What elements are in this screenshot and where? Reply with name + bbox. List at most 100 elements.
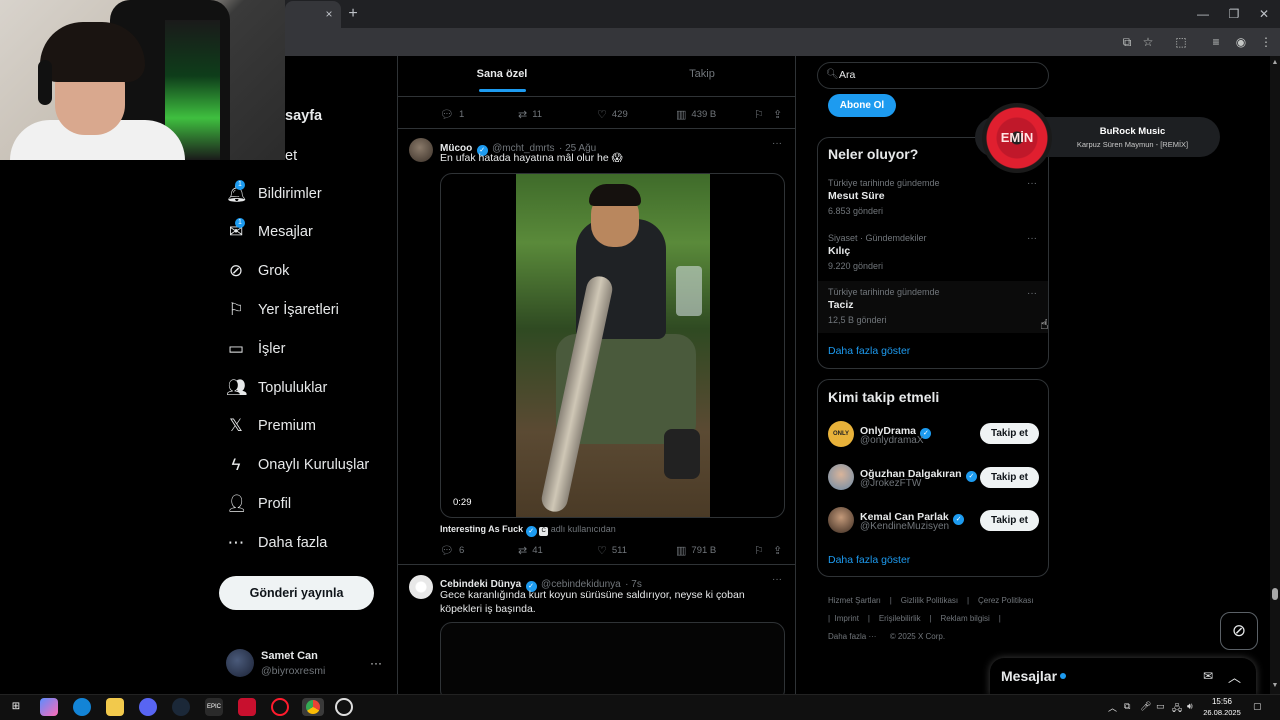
follow-show-more-link[interactable]: Daha fazla göster [828,554,910,566]
reply-button[interactable]: 💬︎ 1 [440,108,464,121]
tweet-video[interactable]: 0:29 [440,173,785,518]
file-explorer-icon[interactable] [106,698,124,716]
search-input[interactable]: Ara [839,69,855,81]
share-button[interactable]: ⇪ [773,108,787,121]
chevron-up-icon[interactable]: ︿ [1228,667,1241,686]
minimize-button[interactable]: — [1188,4,1218,24]
footer-terms[interactable]: Hizmet Şartları [828,596,881,605]
network-icon[interactable]: 🖧︎ [1172,701,1182,717]
follow-handle[interactable]: @onlydramaX [860,435,924,446]
tweet-more-button[interactable]: ··· [772,574,782,585]
opera-gx-icon[interactable] [271,698,289,716]
footer-imprint[interactable]: Imprint [835,614,859,623]
cast-icon[interactable]: ⧉ [1118,33,1136,51]
video-source[interactable]: Interesting As Fuck ✓ C adlı kullanıcıda… [440,524,616,537]
scroll-up-icon[interactable]: ▲ [1270,59,1280,69]
account-handle[interactable]: @biyroxresmi [261,665,325,677]
steam-icon[interactable] [172,698,190,716]
tab-close-icon[interactable]: × [320,5,338,23]
extensions-icon[interactable]: ⬚ [1172,33,1190,51]
nav-item-more[interactable]: ⋯ Daha fazla [226,526,328,560]
nav-item-bookmarks[interactable]: ⚐ Yer İşaretleri [226,293,339,327]
subscribe-button[interactable]: Abone Ol [828,94,896,117]
trend-more-button[interactable]: ··· [1027,233,1037,244]
repost-button[interactable]: ⇄ 11 [518,108,542,121]
obs-icon[interactable] [335,698,353,716]
nav-item-messages[interactable]: ✉ 1 Mesajlar [226,215,313,249]
menu-icon[interactable]: ⋮ [1257,33,1275,51]
footer-ads-info[interactable]: Reklam bilgisi [940,614,989,623]
nav-home-label[interactable]: sayfa [285,108,322,124]
footer-privacy[interactable]: Gizlilik Politikası [901,596,958,605]
follow-avatar[interactable] [828,464,854,490]
chrome-icon[interactable] [302,698,324,716]
footer-accessibility[interactable]: Erişilebilirlik [879,614,921,623]
edge-icon[interactable] [73,698,91,716]
nav-item-premium[interactable]: 𝕏 Premium [226,409,316,443]
app-icon[interactable] [238,698,256,716]
grok-float-button[interactable]: ⊘ [1220,612,1258,650]
footer-more[interactable]: Daha fazla ··· [828,632,876,641]
trend-count: 12,5 B gönderi [828,315,887,325]
profile-icon[interactable]: ◉ [1232,33,1250,51]
new-tab-button[interactable]: + [344,5,362,23]
nav-item-grok[interactable]: ⊘ Grok [226,254,290,288]
tab-following[interactable]: Takip [660,68,744,80]
account-name[interactable]: Samet Can [261,650,318,662]
trends-show-more-link[interactable]: Daha fazla göster [828,345,910,357]
tweet-more-button[interactable]: ··· [772,138,782,149]
repost-button[interactable]: ⇄ 41 [518,544,543,557]
follow-handle[interactable]: @JrokezFTW [860,478,921,489]
bookmark-button[interactable]: ⚐ [754,108,769,121]
nav-item-jobs[interactable]: ▭ İşler [226,332,285,366]
footer-cookies[interactable]: Çerez Politikası [978,596,1034,605]
follow-avatar[interactable] [828,507,854,533]
star-icon[interactable]: ☆ [1139,33,1157,51]
restore-button[interactable]: ❐ [1219,4,1249,24]
notifications-center-icon[interactable]: ▢ [1253,701,1262,712]
account-avatar[interactable] [226,649,254,677]
share-button[interactable]: ⇪ [773,544,787,557]
nav-item-communities[interactable]: 👥︎ Topluluklar [226,371,327,405]
follow-button[interactable]: Takip et [980,423,1039,444]
clock-time[interactable]: 15:56 [1202,697,1242,706]
microphone-icon[interactable]: 🎤︎ [1140,701,1151,712]
nav-explore-label[interactable]: et [285,148,297,164]
scrollbar-thumb[interactable] [1272,588,1278,600]
follow-button[interactable]: Takip et [980,467,1039,488]
copilot-icon[interactable] [40,698,58,716]
follow-handle[interactable]: @KendineMuzisyen [860,521,949,532]
epic-games-icon[interactable]: EPIC [205,698,223,716]
close-window-button[interactable]: ✕ [1249,4,1279,24]
volume-icon[interactable]: 🔊︎ [1187,701,1193,712]
new-message-icon[interactable]: ✉ [1203,669,1213,683]
tweet-avatar[interactable] [409,575,433,599]
like-button[interactable]: ♡ 429 [597,108,628,121]
trend-more-button[interactable]: ··· [1027,178,1037,189]
like-button[interactable]: ♡ 511 [597,544,627,557]
trend-more-button[interactable]: ··· [1027,288,1037,299]
tray-chevron-icon[interactable]: ︿ [1108,701,1117,714]
views-button[interactable]: ▥ 791 B [676,544,716,557]
follow-avatar[interactable]: ONLY [828,421,854,447]
tweet-video[interactable] [440,622,785,702]
reply-button[interactable]: 💬︎ 6 [440,544,464,557]
views-button[interactable]: ▥ 439 B [676,108,716,121]
nav-item-verified-orgs[interactable]: ϟ Onaylı Kuruluşlar [226,448,370,482]
tweet-avatar[interactable] [409,138,433,162]
tray-app-icon[interactable]: ⧉ [1124,701,1130,712]
scroll-down-icon[interactable]: ▼ [1270,682,1280,692]
post-button[interactable]: Gönderi yayınla [219,576,374,610]
follow-button[interactable]: Takip et [980,510,1039,531]
windows-start-icon[interactable]: ⊞ [7,698,25,716]
nav-item-profile[interactable]: 👤︎ Profil [226,487,291,521]
nav-label: Topluluklar [258,380,328,396]
discord-icon[interactable] [139,698,157,716]
media-icon[interactable]: ≡ [1207,33,1225,51]
display-icon[interactable]: ▭ [1156,701,1165,712]
bookmark-button[interactable]: ⚐ [754,544,769,557]
account-more-button[interactable]: ··· [370,656,382,670]
nav-item-notifications[interactable]: 🔔︎ 1 Bildirimler [226,177,322,211]
tab-for-you[interactable]: Sana özel [460,68,544,80]
clock-date[interactable]: 26.08.2025 [1198,708,1246,717]
